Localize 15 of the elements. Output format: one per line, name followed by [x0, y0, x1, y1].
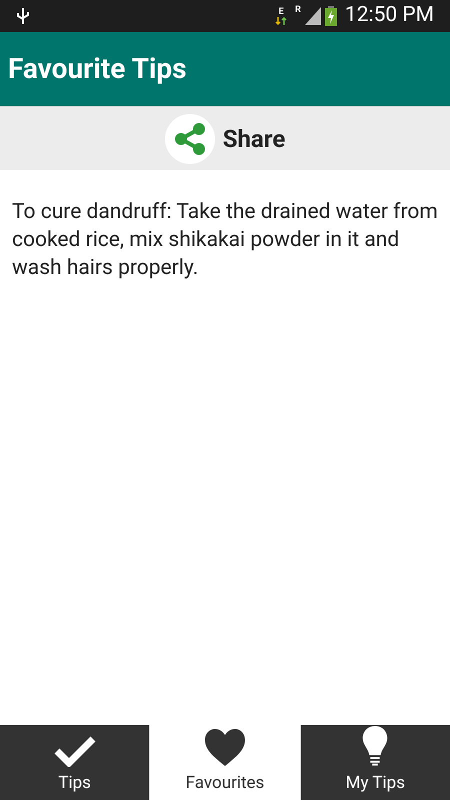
tip-text: To cure dandruff: Take the drained water from cooked rice, mix shikakai powder in it and wash hairs properly. — [12, 199, 438, 282]
battery-icon — [324, 6, 337, 26]
tab[interactable]: My Tips — [300, 725, 450, 800]
tab[interactable]: Tips — [0, 725, 150, 800]
signal-icon — [304, 7, 321, 25]
roaming-label: R — [295, 4, 301, 18]
data-transfer-icon — [275, 16, 288, 24]
tab[interactable]: Favourites — [149, 725, 301, 800]
lightbulb-icon — [361, 725, 390, 766]
heart-icon — [204, 728, 246, 766]
checkmark-icon — [54, 734, 96, 766]
screen-title: Favourite Tips — [8, 51, 187, 87]
network-type-label: E — [278, 8, 284, 16]
usb-icon — [16, 7, 30, 25]
clock-text: 12:50 PM — [344, 2, 434, 30]
